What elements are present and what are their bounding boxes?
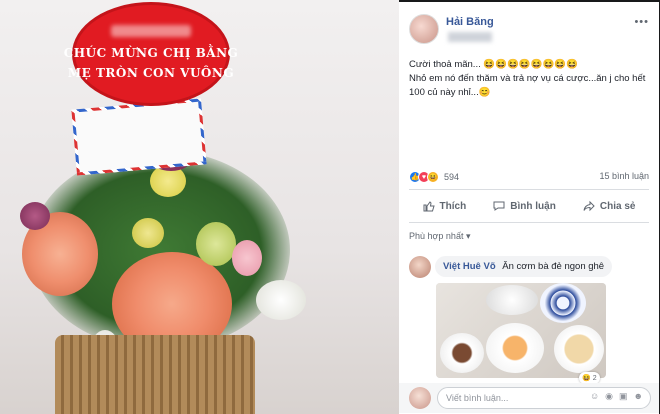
comment-reaction-count: 2 — [592, 374, 597, 382]
haha-reaction-icon: 😆 — [427, 171, 439, 183]
flower-white-2 — [256, 280, 306, 320]
blurred-name — [111, 25, 191, 37]
post-text-line-2: Nhỏ em nó đến thăm và trả nợ vụ cá cược.… — [409, 73, 649, 98]
share-button[interactable]: Chia sẻ — [583, 200, 636, 212]
greeting-card — [71, 98, 207, 176]
sign-line-1: CHÚC MỪNG CHỊ BẰNG — [63, 46, 239, 60]
post-header: Hải Băng ••• — [399, 2, 659, 50]
sticker-icon[interactable]: ☻ — [634, 391, 643, 402]
flower-lime — [196, 222, 236, 266]
comment-label: Bình luận — [510, 200, 556, 212]
more-dots-icon[interactable]: ••• — [634, 16, 649, 28]
comment-text: Ăn cơm bà đẻ ngon ghê — [502, 261, 605, 272]
post-text-line-1: Cười thoả mãn... 😆😆😆😆😆😆😆😆 — [409, 59, 578, 70]
like-label: Thích — [439, 200, 467, 212]
write-comment-bar: Viết bình luận... ☺ ◉ ▣ ☻ — [399, 383, 659, 413]
emoji-icon[interactable]: ☺ — [590, 391, 599, 402]
comment-haha-icon: 😆 — [582, 375, 591, 382]
reaction-summary[interactable]: 👍 ♥ 😆 594 — [409, 169, 459, 185]
author-avatar[interactable] — [409, 14, 439, 44]
camera-icon[interactable]: ◉ — [605, 391, 613, 402]
like-button[interactable]: Thích — [423, 200, 467, 212]
current-user-avatar — [409, 387, 431, 409]
reaction-count: 594 — [444, 172, 460, 182]
comment-button[interactable]: Bình luận — [493, 200, 556, 212]
gif-icon[interactable]: ▣ — [619, 391, 628, 402]
photo-plate-meat — [440, 333, 484, 373]
post-text: Cười thoả mãn... 😆😆😆😆😆😆😆😆 Nhỏ em nó đến … — [409, 58, 654, 100]
divider-bottom — [409, 222, 649, 223]
comment-bubble: Việt Huê Võ Ăn cơm bà đẻ ngon ghê — [435, 256, 613, 277]
thumbs-up-icon — [423, 201, 435, 212]
comment-filter[interactable]: Phù hợp nhất ▾ — [409, 231, 470, 242]
flower-pink — [232, 240, 262, 276]
author-name[interactable]: Hải Băng — [446, 16, 494, 28]
post-photo[interactable]: CHÚC MỪNG CHỊ BẰNG MẸ TRÒN CON VUÔNG — [0, 0, 399, 414]
comment-icon — [493, 201, 505, 211]
share-label: Chia sẻ — [599, 200, 636, 212]
sign-line-2: MẸ TRÒN CON VUÔNG — [67, 66, 235, 80]
post-panel: Hải Băng ••• Cười thoả mãn... 😆😆😆😆😆😆😆😆 N… — [399, 2, 659, 414]
congratulation-sign: CHÚC MỪNG CHỊ BẰNG MẸ TRÒN CON VUÔNG — [64, 2, 238, 106]
divider-top — [409, 189, 649, 190]
comment-photo[interactable] — [436, 283, 606, 378]
wicker-basket — [55, 335, 255, 414]
flower-purple-2 — [20, 202, 50, 230]
flower-yellow-2 — [132, 218, 164, 248]
photo-bowl-rice — [486, 285, 538, 315]
comment-list: Việt Huê Võ Ăn cơm bà đẻ ngon ghê 😆 2 — [399, 248, 659, 384]
comment-input-icons: ☺ ◉ ▣ ☻ — [590, 391, 643, 402]
blurred-timestamp — [448, 32, 492, 42]
photo-plate-melon — [486, 323, 544, 373]
photo-bowl-pattern — [540, 283, 586, 323]
post-actions: Thích Bình luận Chia sẻ — [409, 194, 649, 218]
comment-count[interactable]: 15 bình luận — [599, 171, 649, 181]
photo-bowl-soup — [554, 325, 604, 373]
commenter-name[interactable]: Việt Huê Võ — [443, 261, 496, 272]
commenter-avatar[interactable] — [409, 256, 431, 278]
screenshot-frame: CHÚC MỪNG CHỊ BẰNG MẸ TRÒN CON VUÔNG Hải… — [0, 0, 660, 414]
share-icon — [583, 200, 595, 212]
